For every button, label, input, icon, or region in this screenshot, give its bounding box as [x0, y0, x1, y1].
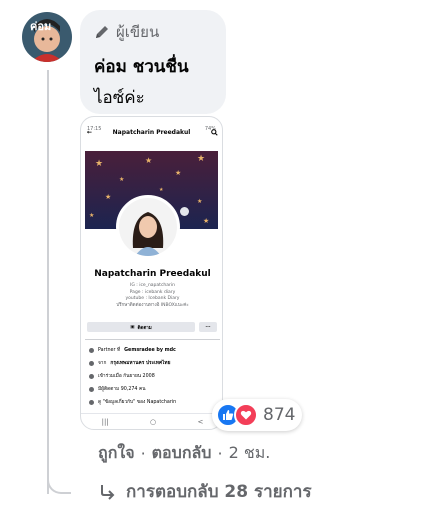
profile-picture: [116, 195, 180, 259]
author-badge: ผู้เขียน: [94, 20, 212, 44]
info-text: เข้าร่วมเมื่อ กันยายน 2008: [98, 374, 155, 379]
profile-bio: IG : ice_napatcharin Page : icebank diar…: [91, 283, 214, 309]
reaction-count: 874: [263, 405, 296, 425]
svg-text:★: ★: [197, 198, 202, 205]
clock-icon: [89, 373, 94, 379]
reply-arrow-icon: [101, 484, 115, 500]
location-icon: [89, 360, 94, 366]
comment-bubble: ผู้เขียน ค่อม ชวนชื่น ไอซ์ค่ะ: [80, 10, 226, 114]
divider: [85, 339, 220, 340]
separator: ·: [217, 444, 223, 463]
phone-header: ← Napatcharin Preedakul: [87, 129, 218, 136]
info-row: Partner ที่ Gemsradee by mdc: [89, 346, 176, 354]
attached-image[interactable]: 17:15 74% ← Napatcharin Preedakul ★ ★ ★ …: [80, 116, 223, 430]
bio-line: ปรึกษาติดต่องานทางอิ INBOXแนะค่ะ: [116, 302, 189, 308]
reactions-summary[interactable]: 874: [212, 399, 302, 431]
camera-icon: [180, 207, 189, 216]
comment-time[interactable]: 2 ชม.: [229, 441, 271, 466]
thread-line: [47, 70, 49, 494]
avatar[interactable]: ค่อม: [22, 12, 72, 62]
comment-text: ไอซ์ค่ะ: [94, 88, 145, 108]
follow-icon: ▣: [130, 324, 135, 330]
phone-nav-bar: ||| ○ <: [81, 413, 222, 429]
svg-text:★: ★: [159, 187, 164, 193]
pencil-icon: [96, 26, 108, 38]
info-row: ดู "ข้อมูลเกี่ยวกับ" ของ Napatcharin: [89, 398, 176, 406]
svg-text:★: ★: [119, 176, 124, 183]
info-bold: กรุงเทพมหานคร ประเทศไทย: [110, 361, 171, 366]
thread-elbow: [47, 470, 71, 494]
svg-text:★: ★: [145, 156, 152, 165]
svg-text:ค่อม: ค่อม: [30, 20, 51, 33]
view-replies-link[interactable]: การตอบกลับ 28 รายการ: [98, 478, 312, 505]
svg-text:★: ★: [203, 217, 209, 225]
reply-link[interactable]: ตอบกลับ: [152, 441, 212, 466]
home-icon: ○: [150, 417, 157, 426]
svg-text:★: ★: [197, 154, 205, 164]
phone-header-title: Napatcharin Preedakul: [112, 129, 191, 136]
info-text: ดู "ข้อมูลเกี่ยวกับ" ของ Napatcharin: [98, 400, 177, 405]
search-icon: [211, 129, 218, 136]
comment-author[interactable]: ค่อม ชวนชื่น: [94, 53, 212, 80]
info-row: เข้าร่วมเมื่อ กันยายน 2008: [89, 372, 155, 380]
back-icon: <: [197, 417, 204, 426]
replies-label: การตอบกลับ 28 รายการ: [126, 482, 312, 502]
back-arrow-icon: ←: [87, 129, 93, 136]
author-badge-label: ผู้เขียน: [116, 23, 160, 41]
more-dots-icon: [89, 399, 94, 405]
separator: ·: [140, 444, 146, 463]
follow-button: ▣ ติดตาม: [87, 322, 195, 332]
svg-text:★: ★: [105, 193, 111, 201]
svg-text:★: ★: [89, 212, 94, 219]
followers-icon: [89, 386, 94, 392]
info-text: Partner ที่: [98, 348, 121, 353]
recent-apps-icon: |||: [101, 417, 109, 426]
follow-button-label: ติดตาม: [137, 325, 152, 331]
info-text: จาก: [98, 361, 107, 366]
info-bold: Gemsradee by mdc: [124, 347, 176, 353]
info-text: มีผู้ติดตาม 90,274 คน: [98, 387, 146, 392]
info-row: มีผู้ติดตาม 90,274 คน: [89, 385, 146, 393]
svg-text:★: ★: [95, 159, 103, 169]
info-row: จาก กรุงเทพมหานคร ประเทศไทย: [89, 359, 170, 367]
svg-text:★: ★: [175, 169, 181, 177]
love-icon: [234, 403, 258, 427]
comment-actions: ถูกใจ · ตอบกลับ · 2 ชม.: [98, 441, 270, 466]
like-link[interactable]: ถูกใจ: [98, 441, 135, 466]
briefcase-icon: [89, 347, 94, 353]
profile-name: Napatcharin Preedakul: [94, 269, 211, 279]
more-button: ···: [199, 322, 217, 332]
